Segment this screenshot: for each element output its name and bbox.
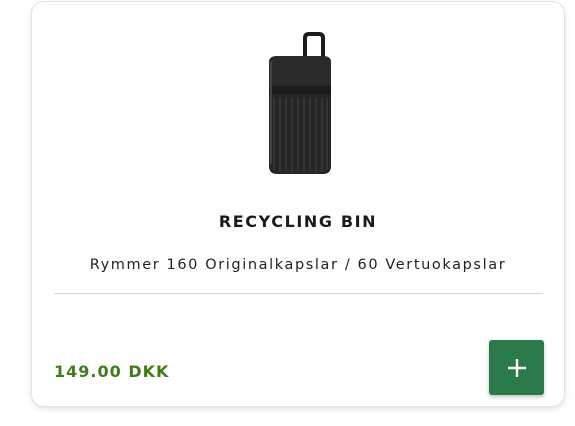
divider [54,293,543,294]
add-to-cart-button[interactable] [489,340,544,395]
product-capacity: Rymmer 160 Originalkapslar / 60 Vertuoka… [89,257,507,273]
product-card[interactable]: RECYCLING BIN Rymmer 160 Originalkapslar… [31,1,565,407]
product-title[interactable]: RECYCLING BIN [32,212,564,231]
plus-icon [507,358,526,377]
product-price: 149.00 DKK [54,362,170,381]
recycling-bin-image[interactable] [257,32,337,182]
